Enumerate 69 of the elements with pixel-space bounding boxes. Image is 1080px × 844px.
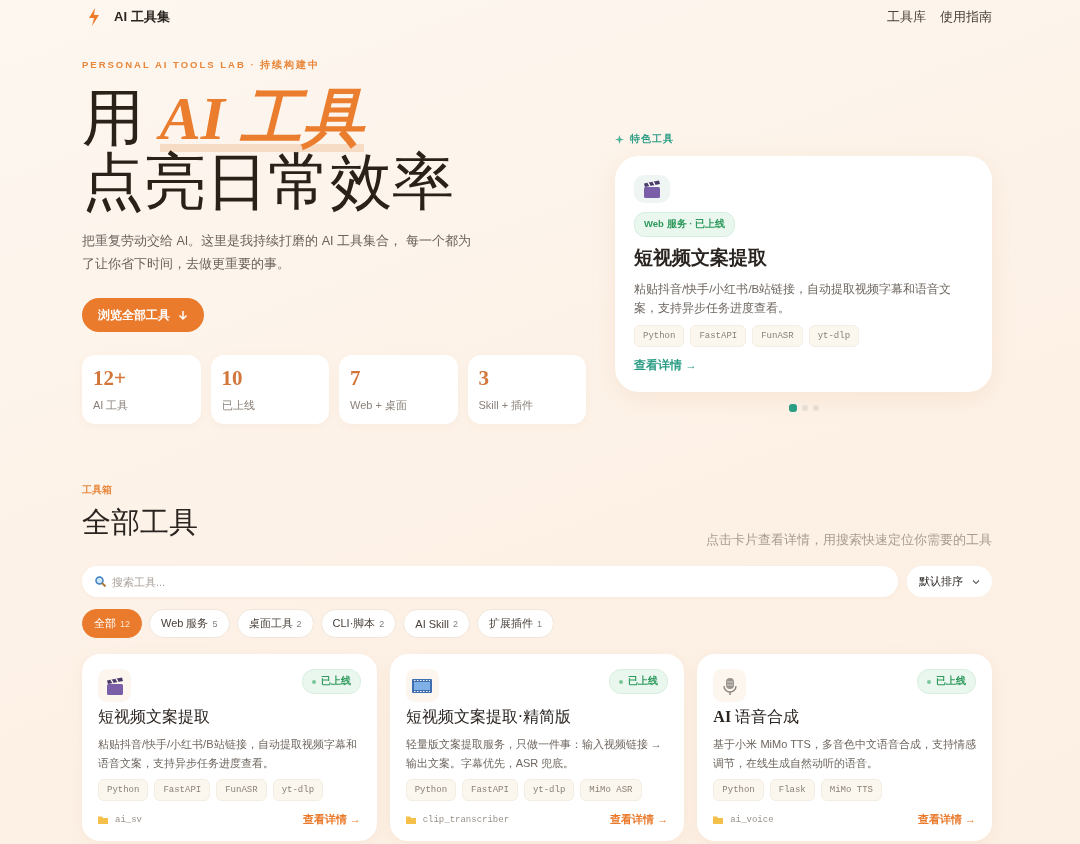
folder-icon bbox=[405, 815, 416, 824]
status-badge: Web 服务 · 已上线 bbox=[634, 212, 735, 237]
tech-tag: Flask bbox=[769, 779, 815, 801]
folder-icon bbox=[713, 815, 724, 824]
tech-tag: yt-dlp bbox=[272, 779, 324, 801]
card-title: 短视频文案提取·精简版 bbox=[405, 707, 572, 727]
eyebrow-text: PERSONAL AI TOOLS LAB · 持续构建中 bbox=[82, 59, 322, 72]
stat-label: 已上线 bbox=[221, 398, 256, 413]
nav-link[interactable]: 使用指南 bbox=[940, 8, 992, 26]
filter-chip[interactable]: AI Skill 2 bbox=[403, 609, 470, 638]
status-badge: 已上线 bbox=[609, 669, 669, 694]
tech-tag: FunASR bbox=[216, 779, 267, 801]
headline-line: 用 AI 工具 bbox=[82, 86, 367, 150]
card-description: 粘贴抖音/快手/小红书/B站链接，自动提取视频字幕和语音文案，支持异步任务进度查看。 bbox=[98, 737, 358, 771]
headline-line: 点亮日常效率 bbox=[82, 150, 455, 214]
card-title: 短视频文案提取 bbox=[634, 246, 767, 270]
status-badge: 已上线 bbox=[301, 669, 361, 694]
arrow-down-icon bbox=[178, 309, 188, 321]
filter-chip[interactable]: 扩展插件 1 bbox=[476, 609, 554, 638]
intro-text: 把重复劳动交给 AI。这里是我持续打磨的 AI 工具集合， 每一个都为了让你省下时间，去做更重要的事。 bbox=[82, 233, 472, 273]
card-description: 基于小米 MiMo TTS，多音色中文语音合成，支持情感调节，在线生成自然动听的语音。 bbox=[713, 737, 976, 771]
folder-name: clip_transcriber bbox=[422, 814, 510, 825]
status-badge: 已上线 bbox=[917, 669, 976, 694]
tech-tag: FunASR bbox=[752, 325, 803, 347]
card-title: 短视频文案提取 bbox=[98, 707, 211, 727]
stat-label: Web + 桌面 bbox=[350, 398, 408, 413]
card-description: 粘贴抖音/快手/小红书/B站链接，自动提取视频字幕和语音文案，支持异步任务进度查看。 bbox=[634, 282, 953, 316]
folder-name: ai_voice bbox=[730, 814, 774, 825]
tech-tag: yt-dlp bbox=[808, 325, 860, 347]
section-label: 特色工具 bbox=[630, 133, 674, 146]
section-eyebrow: 工具箱 bbox=[82, 484, 113, 497]
folder-icon bbox=[98, 815, 108, 824]
stat-label: Skill + 插件 bbox=[478, 398, 535, 413]
tech-tag: Python bbox=[634, 325, 685, 347]
stat-value: 3 bbox=[478, 366, 490, 391]
tech-tag: MiMo TTS bbox=[820, 779, 882, 801]
nav-link[interactable]: 工具库 bbox=[887, 8, 926, 26]
sort-dropdown[interactable]: 默认排序 bbox=[907, 566, 992, 597]
search-field[interactable]: 搜索工具... bbox=[82, 566, 898, 597]
tech-tag: FastAPI bbox=[690, 325, 747, 347]
filter-chip[interactable]: Web 服务 5 bbox=[149, 609, 230, 638]
stat-value: 10 bbox=[221, 366, 244, 391]
stat-value: 12+ bbox=[93, 366, 127, 391]
tech-tag: Python bbox=[713, 779, 764, 801]
folder-name: ai_sv bbox=[115, 814, 142, 825]
tech-tag: MiMo ASR bbox=[580, 779, 642, 801]
clapperboard-icon bbox=[642, 179, 662, 199]
section-hint: 点击卡片查看详情，用搜索快速定位你需要的工具 bbox=[706, 532, 992, 549]
card-title: AI 语音合成 bbox=[713, 707, 801, 727]
tool-card[interactable]: 已上线 短视频文案提取 粘贴抖音/快手/小红书/B站链接，自动提取视频字幕和语音文案，支持异步任务进度查看。 Python FastAPI FunASR yt-dlp ai_sv 查看详情 → bbox=[82, 654, 377, 841]
tool-card[interactable]: 已上线 AI 语音合成 基于小米 MiMo TTS，多音色中文语音合成，支持情感调节，在线生成自然动听的语音。 Python Flask MiMo TTS ai_voice 查看详情 → bbox=[697, 654, 992, 841]
brand-name[interactable]: AI 工具集 bbox=[114, 8, 170, 26]
stat-label: AI 工具 bbox=[93, 398, 130, 413]
tech-tag: yt-dlp bbox=[523, 779, 575, 801]
section-title: 全部工具 bbox=[82, 505, 198, 540]
tool-card[interactable]: 已上线 短视频文案提取·精简版 轻量版文案提取服务，只做一件事：输入视频链接 → 输出文案。字幕优先，ASR 兜底。 Python FastAPI yt-dlp MiMo ASR clip_transcriber 查看详情 → bbox=[389, 654, 685, 841]
card-description: 轻量版文案提取服务，只做一件事：输入视频链接 → 输出文案。字幕优先，ASR 兜底。 bbox=[405, 737, 663, 771]
filter-chip[interactable]: CLI·脚本 2 bbox=[320, 609, 397, 638]
clapperboard-icon bbox=[104, 675, 125, 696]
stat-value: 7 bbox=[350, 366, 362, 391]
tech-tag: FastAPI bbox=[462, 779, 518, 801]
search-icon bbox=[95, 576, 106, 587]
lightning-icon bbox=[88, 8, 100, 26]
tech-tag: Python bbox=[405, 779, 457, 801]
sparkle-icon bbox=[615, 135, 624, 144]
tech-tag: Python bbox=[98, 779, 149, 801]
filter-chip[interactable]: 桌面工具 2 bbox=[236, 609, 314, 638]
tech-tag: FastAPI bbox=[154, 779, 211, 801]
chevron-down-icon bbox=[972, 578, 980, 585]
